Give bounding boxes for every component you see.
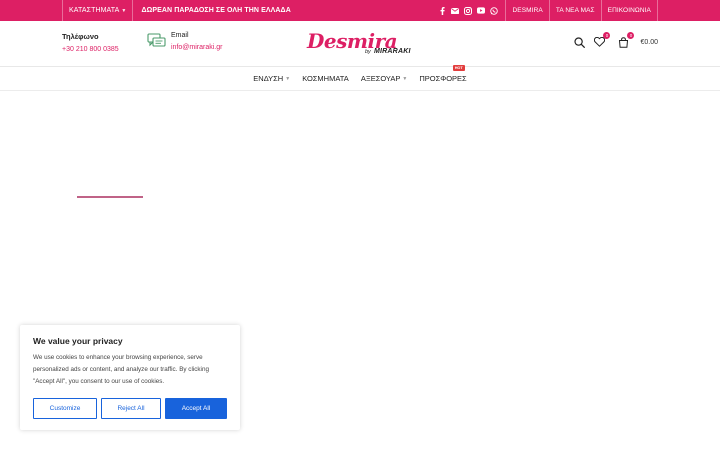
nav-item-label: ΚΟΣΜΗΜΑΤΑ xyxy=(302,74,349,83)
heart-icon xyxy=(593,37,605,47)
topbar-link-news[interactable]: ΤΑ ΝΕΑ ΜΑΣ xyxy=(550,0,601,21)
top-bar: ΚΑΤΑΣΤΗΜΑΤΑ ▼ ΔΩΡΕΑΝ ΠΑΡΑΔΟΣΗ ΣΕ ΟΛΗ ΤΗΝ… xyxy=(0,0,720,21)
promo-text: ΔΩΡΕΑΝ ΠΑΡΑΔΟΣΗ ΣΕ ΟΛΗ ΤΗΝ ΕΛΛΑΔΑ xyxy=(141,7,291,14)
nav-item-clothing[interactable]: ΕΝΔΥΣΗ ▼ xyxy=(253,74,290,83)
wishlist-button[interactable]: 0 xyxy=(593,32,611,48)
chevron-down-icon: ▼ xyxy=(285,75,291,82)
nav-item-label: ΠΡΟΣΦΟΡΕΣ xyxy=(419,74,467,83)
topbar-link-desmira[interactable]: DESMIRA xyxy=(506,0,548,21)
email-address-link[interactable]: info@miraraki.gr xyxy=(171,44,222,51)
cart-count-badge: 0 xyxy=(627,32,635,39)
nav-item-jewelry[interactable]: ΚΟΣΜΗΜΑΤΑ xyxy=(302,74,349,83)
search-icon[interactable] xyxy=(573,36,585,48)
social-links xyxy=(438,6,505,15)
nav-item-offers[interactable]: ΠΡΟΣΦΟΡΕΣ HOT xyxy=(419,65,467,83)
cookie-consent-banner: We value your privacy We use cookies to … xyxy=(20,325,240,430)
reject-all-button[interactable]: Reject All xyxy=(101,398,161,419)
wishlist-count-badge: 0 xyxy=(603,32,611,39)
facebook-icon[interactable] xyxy=(438,6,446,15)
cart-button[interactable]: 0 xyxy=(617,32,635,48)
cart-total[interactable]: €0.00 xyxy=(640,39,658,46)
email-block: Email info@miraraki.gr xyxy=(171,32,222,51)
chevron-down-icon: ▼ xyxy=(402,75,408,82)
topbar-link-contact[interactable]: ΕΠΙΚΟΙΝΩΝΙΑ xyxy=(602,0,657,21)
stores-label: ΚΑΤΑΣΤΗΜΑΤΑ xyxy=(69,7,120,14)
logo-by: by xyxy=(365,49,371,55)
nav-item-label: ΕΝΔΥΣΗ xyxy=(253,74,284,83)
accept-all-button[interactable]: Accept All xyxy=(165,398,227,419)
phone-number-link[interactable]: +30 210 800 0385 xyxy=(62,46,119,53)
site-logo[interactable]: Desmira by MIRARAKI xyxy=(307,29,417,59)
stores-dropdown[interactable]: ΚΑΤΑΣΤΗΜΑΤΑ ▼ xyxy=(63,0,132,21)
phone-block: Τηλέφωνο +30 210 800 0385 xyxy=(62,32,119,53)
header-actions: 0 0 €0.00 xyxy=(573,32,658,48)
chat-bubbles-icon xyxy=(147,33,167,49)
site-header: Τηλέφωνο +30 210 800 0385 Email info@mir… xyxy=(0,21,720,67)
youtube-icon[interactable] xyxy=(477,7,486,15)
email-icon[interactable] xyxy=(451,7,460,15)
nav-item-accessories[interactable]: ΑΞΕΣΟΥΑΡ ▼ xyxy=(361,74,408,83)
hot-badge: HOT xyxy=(452,65,465,71)
phone-title: Τηλέφωνο xyxy=(62,32,99,41)
instagram-icon[interactable] xyxy=(464,6,473,15)
divider xyxy=(657,0,658,21)
email-title: Email xyxy=(171,32,189,39)
chevron-down-icon: ▼ xyxy=(121,7,127,14)
nav-item-label: ΑΞΕΣΟΥΑΡ xyxy=(360,74,401,83)
whatsapp-icon[interactable] xyxy=(490,6,499,15)
logo-subtitle: MIRARAKI xyxy=(374,48,411,55)
cookie-title: We value your privacy xyxy=(33,336,123,346)
customize-button[interactable]: Customize xyxy=(33,398,97,419)
cookie-description: We use cookies to enhance your browsing … xyxy=(33,354,209,385)
main-navigation: ΕΝΔΥΣΗ ▼ ΚΟΣΜΗΜΑΤΑ ΑΞΕΣΟΥΑΡ ▼ ΠΡΟΣΦΟΡΕΣ … xyxy=(0,65,720,91)
loading-bar xyxy=(77,196,143,198)
